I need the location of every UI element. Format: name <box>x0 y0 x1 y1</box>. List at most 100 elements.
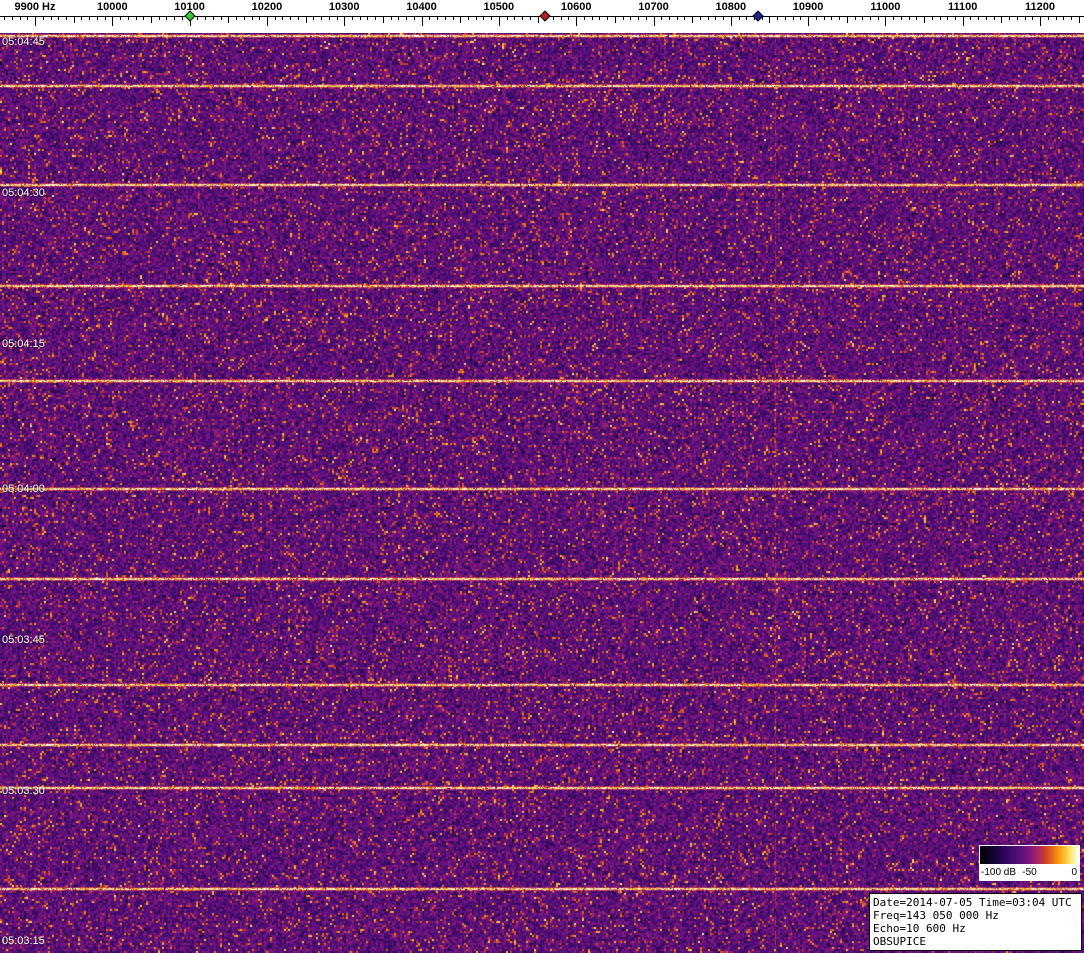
scale-tick <box>553 16 554 20</box>
scale-tick <box>429 16 431 20</box>
scale-tick <box>746 16 748 20</box>
scale-tick <box>104 16 106 20</box>
freq-scale-label: 10500 <box>483 1 515 13</box>
scale-tick <box>947 16 949 20</box>
scale-tick <box>514 16 516 20</box>
scale-tick <box>467 16 469 20</box>
scale-tick <box>290 16 292 20</box>
scale-tick <box>1047 16 1049 20</box>
freq-scale-label: 10000 <box>97 1 128 13</box>
scale-tick <box>313 16 315 20</box>
scale-tick <box>297 16 299 20</box>
legend-labels: -100 dB -50 0 <box>979 865 1080 881</box>
scale-tick <box>491 16 493 20</box>
scale-tick <box>1024 16 1026 20</box>
scale-tick <box>715 16 717 20</box>
scale-tick <box>11 16 13 20</box>
scale-tick <box>19 16 21 20</box>
scale-tick <box>413 16 415 20</box>
scale-tick <box>4 16 6 20</box>
freq-scale-label: 11100 <box>948 1 978 13</box>
scale-tick <box>236 16 237 20</box>
scale-tick <box>769 16 771 23</box>
scale-tick <box>723 16 724 20</box>
scale-tick <box>81 16 83 20</box>
scale-tick <box>1009 16 1011 20</box>
legend-label-min: -100 dB <box>981 867 1017 878</box>
scale-tick <box>537 16 539 23</box>
scale-tick <box>1032 16 1034 20</box>
scale-tick <box>143 16 145 20</box>
freq-scale-label: 10900 <box>792 1 824 13</box>
scale-tick <box>282 16 284 20</box>
waterfall-area: 05:04:45 05:04:30 05:04:15 05:04:00 05:03:45… <box>0 33 1084 953</box>
scale-tick <box>576 16 578 26</box>
scale-tick <box>1063 16 1065 20</box>
scale-tick <box>344 16 346 26</box>
freq-scale-label: 11200 <box>1025 1 1055 13</box>
scale-tick <box>962 16 964 26</box>
freq-scale-label: 9900 Hz <box>14 1 56 13</box>
scale-tick <box>1070 16 1072 20</box>
scale-tick <box>65 16 67 20</box>
scale-tick <box>707 16 709 20</box>
scale-tick <box>259 16 261 20</box>
scale-tick <box>854 16 856 20</box>
scale-tick <box>885 16 887 26</box>
scale-tick <box>839 16 840 20</box>
scale-tick <box>205 16 207 20</box>
scale-tick <box>73 16 75 23</box>
scale-tick <box>522 16 523 20</box>
scale-tick <box>375 16 377 20</box>
scale-tick <box>560 16 562 20</box>
time-label: 05:03:45 <box>2 634 45 646</box>
spectrogram-window: 9900 Hz 10000 10100 10200 10300 10400 10500 106… <box>0 0 1084 953</box>
scale-tick <box>931 16 933 20</box>
amplitude-legend: -100 dB -50 0 <box>979 845 1080 881</box>
scale-tick <box>390 16 392 20</box>
info-line-freq: Freq=143 050 000 Hz <box>873 909 999 922</box>
scale-tick <box>421 16 423 26</box>
freq-scale-label: 10600 <box>560 1 592 13</box>
scale-tick <box>89 16 91 20</box>
time-label: 05:04:45 <box>2 36 45 48</box>
scale-tick <box>437 16 438 20</box>
scale-tick <box>784 16 786 20</box>
scale-tick <box>939 16 941 20</box>
scale-tick <box>251 16 253 20</box>
scale-tick <box>823 16 825 20</box>
scale-tick <box>529 16 531 20</box>
scale-tick <box>181 16 183 20</box>
marker-diamond-red[interactable] <box>539 10 551 22</box>
scale-tick <box>730 16 732 26</box>
scale-tick <box>506 16 508 20</box>
scale-tick <box>645 16 647 20</box>
scale-tick <box>328 16 330 20</box>
freq-scale-label: 10300 <box>328 1 360 13</box>
scale-tick <box>916 16 918 20</box>
time-label: 05:03:15 <box>2 935 45 947</box>
scale-tick <box>591 16 593 20</box>
info-line-station: OBSUPICE <box>873 935 926 948</box>
scale-tick <box>58 16 60 20</box>
scale-tick <box>583 16 585 20</box>
scale-tick <box>607 16 609 20</box>
time-label: 05:04:15 <box>2 338 45 350</box>
scale-tick <box>305 16 307 23</box>
freq-scale-label: 10700 <box>638 1 669 13</box>
scale-tick <box>699 16 701 20</box>
frequency-scale[interactable]: 9900 Hz 10000 10100 10200 10300 10400 10500 106… <box>0 0 1084 33</box>
scale-tick <box>174 16 176 20</box>
scale-tick <box>900 16 902 20</box>
scale-tick <box>96 16 98 20</box>
scale-tick <box>398 16 400 20</box>
scale-tick <box>359 16 361 20</box>
scale-tick <box>266 16 268 26</box>
scale-tick <box>924 16 925 23</box>
spectrogram-canvas[interactable] <box>0 33 1084 953</box>
scale-tick <box>27 16 29 20</box>
scale-tick <box>985 16 987 20</box>
scale-tick <box>668 16 670 20</box>
scale-tick <box>243 16 245 20</box>
scale-tick <box>135 16 137 20</box>
